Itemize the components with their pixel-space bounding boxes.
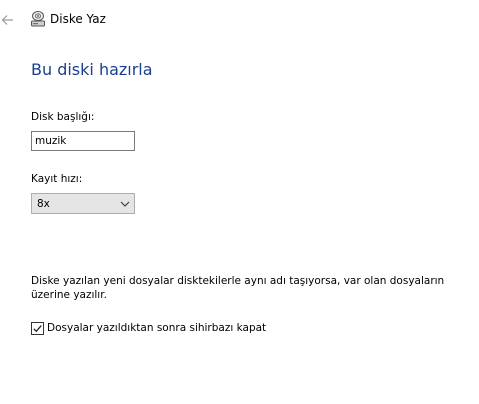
write-speed-select[interactable]: 8x (31, 193, 135, 214)
disc-drive-icon (30, 10, 46, 28)
write-speed-label: Kayıt hızı: (31, 173, 83, 185)
close-wizard-checkbox[interactable] (31, 322, 44, 335)
checkmark-icon (33, 325, 42, 333)
chevron-down-icon (120, 201, 130, 207)
title-bar: Diske Yaz (0, 0, 479, 40)
overwrite-info-text: Diske yazılan yeni dosyalar disktekilerl… (31, 275, 445, 301)
disc-title-label: Disk başlığı: (31, 111, 95, 123)
write-speed-value: 8x (37, 198, 50, 210)
page-title: Bu diski hazırla (31, 60, 153, 79)
close-wizard-label: Dosyalar yazıldıktan sonra sihirbazı kap… (47, 322, 267, 334)
arrow-left-icon (1, 15, 13, 25)
back-button[interactable] (0, 10, 16, 30)
disc-title-input[interactable] (31, 131, 135, 151)
window-title: Diske Yaz (50, 12, 106, 26)
